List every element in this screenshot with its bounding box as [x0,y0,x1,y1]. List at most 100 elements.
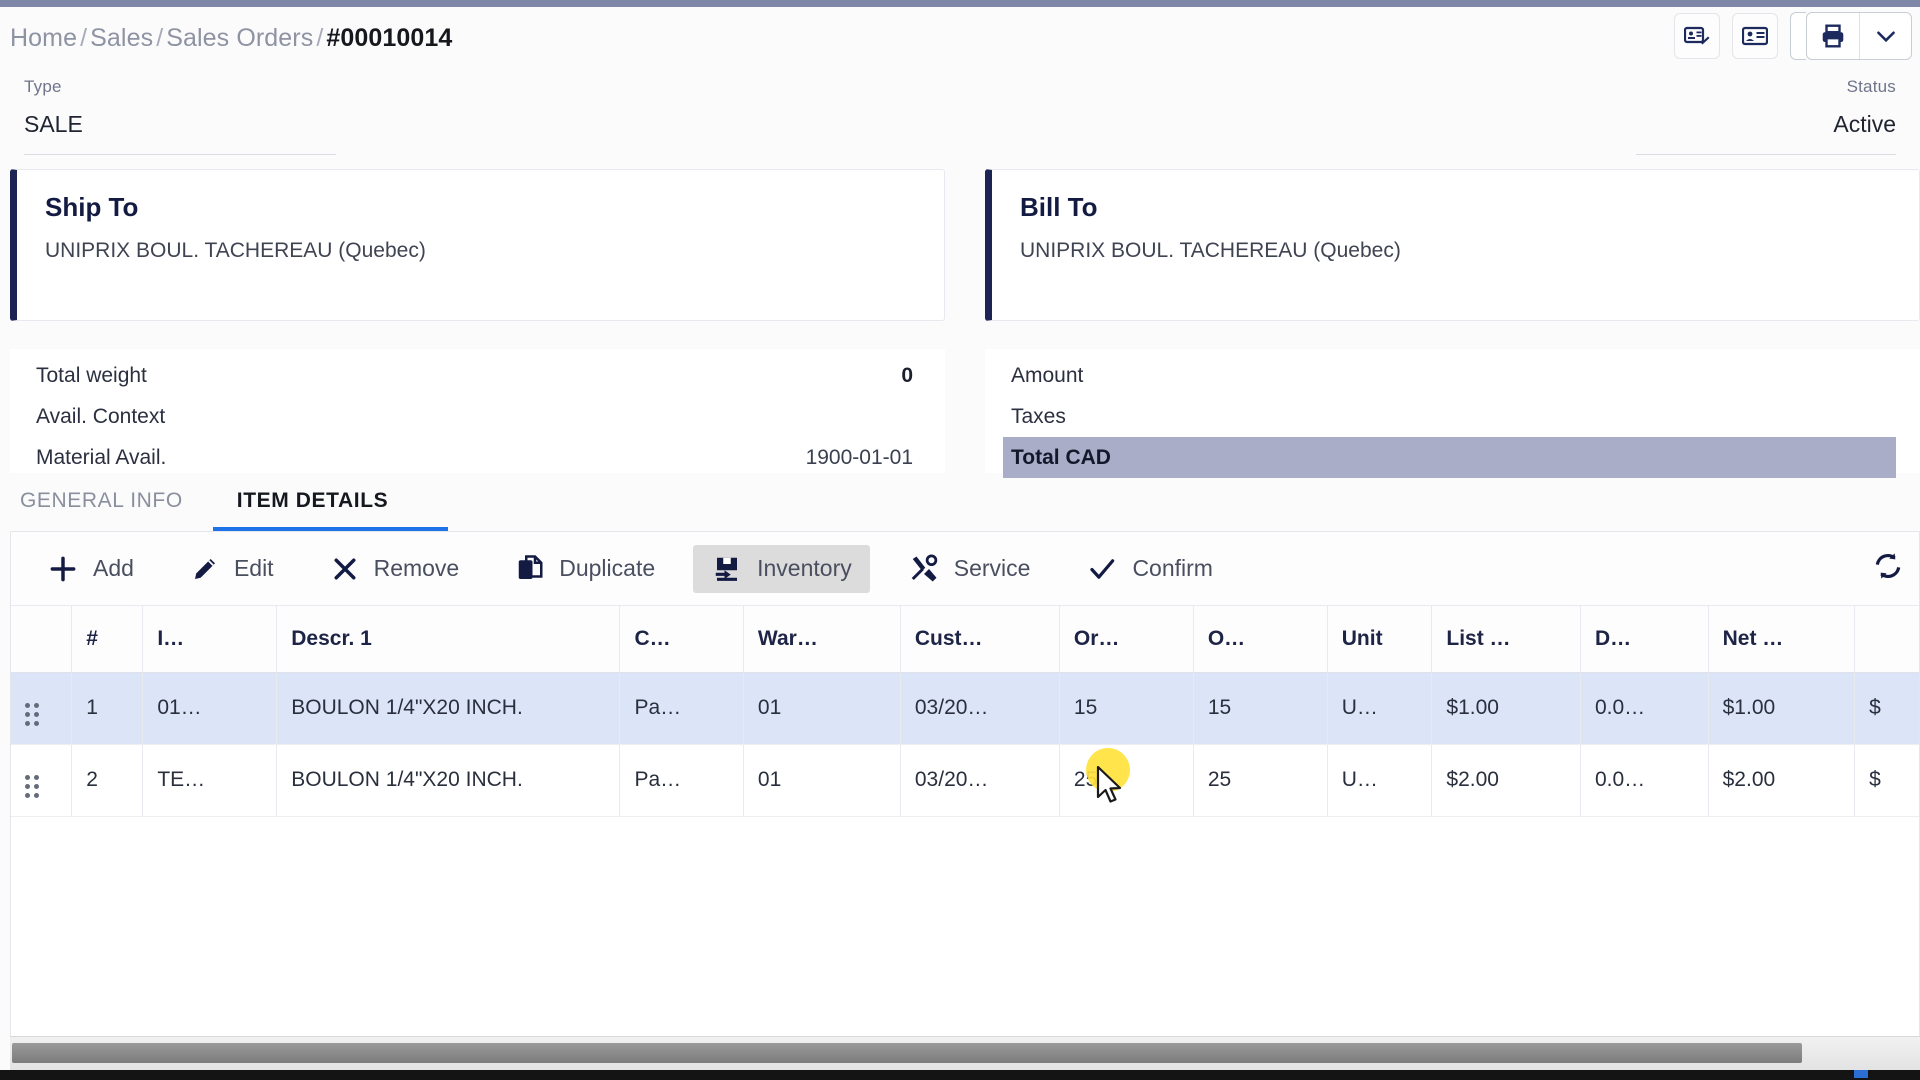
tab-general-info[interactable]: GENERAL INFO [10,489,213,531]
type-label: Type [24,77,62,96]
summary-value: 1900-01-01 [805,445,913,469]
summary-label: Amount [1011,363,1084,387]
scrollbar-thumb[interactable] [12,1043,1802,1063]
inventory-button[interactable]: Inventory [693,544,870,593]
cell-descr: BOULON 1/4"X20 INCH. [276,744,621,817]
edit-button[interactable]: Edit [172,545,292,593]
col-list-price[interactable]: List … [1431,606,1581,673]
col-drag-handle [11,606,73,673]
col-net-price[interactable]: Net … [1708,606,1856,673]
col-descr-1[interactable]: Descr. 1 [276,606,621,673]
signature-button[interactable] [1674,13,1720,59]
summary-label: Taxes [1011,404,1066,428]
breadcrumb-separator: / [156,23,164,52]
remove-button-label: Remove [373,555,460,581]
col-warehouse[interactable]: War… [743,606,901,673]
status-field: Status Active [1636,77,1896,155]
drag-handle-icon [25,775,39,798]
print-button[interactable] [1807,13,1859,59]
col-unit[interactable]: Unit [1327,606,1433,673]
cell-number: 2 [71,744,144,817]
cell-ordered[interactable]: 25 [1059,744,1194,817]
add-button-label: Add [93,555,134,581]
cell-customer-date: 03/20… [900,744,1060,817]
cell-list-price: $1.00 [1431,672,1581,745]
grid-toolbar: Add Edit Remove Duplicate Inventory Serv… [11,532,1919,606]
status-label: Status [1846,77,1896,96]
duplicate-button[interactable]: Duplicate [497,545,673,593]
summary-label: Total weight [36,363,147,387]
summary-row: Material Avail. 1900-01-01 [28,437,921,478]
window-bottom-edge [0,1070,1920,1080]
grid-scroll-area[interactable]: # I… Descr. 1 C… War… Cust… Or… O… Unit … [11,606,1919,1036]
row-drag-handle[interactable] [11,744,73,817]
breadcrumb-bar: Home / Sales / Sales Orders / #00010014 [0,7,1920,69]
ship-to-card[interactable]: Ship To UNIPRIX BOUL. TACHEREAU (Quebec) [10,169,945,321]
grid-toolbar-right [1871,532,1905,605]
service-button[interactable]: Service [890,545,1049,593]
confirm-button[interactable]: Confirm [1068,545,1231,593]
ship-to-title: Ship To [45,192,139,222]
table-row[interactable]: 2 TE… BOULON 1/4"X20 INCH. Pa… 01 03/20…… [11,744,1919,817]
summary-row-total: Total CAD [1003,437,1896,478]
summary-label-total: Total CAD [1011,445,1111,469]
col-customer[interactable]: C… [619,606,744,673]
breadcrumb-item-home[interactable]: Home [10,24,77,52]
cell-customer-date: 03/20… [900,672,1060,745]
chevron-down-icon [1876,31,1895,43]
col-discount[interactable]: D… [1580,606,1709,673]
breadcrumb: Home / Sales / Sales Orders / #00010014 [10,24,452,53]
row-drag-handle[interactable] [11,672,73,745]
breadcrumb-separator: / [80,23,88,52]
confirm-button-label: Confirm [1132,555,1213,581]
plus-icon [47,553,79,585]
breadcrumb-item-sales[interactable]: Sales [90,24,153,52]
header-actions [1674,12,1912,60]
summary-row: Total weight 0 [28,355,921,396]
refresh-button[interactable] [1871,550,1905,587]
edit-button-label: Edit [233,555,274,581]
pencil-icon [190,554,220,584]
col-open[interactable]: O… [1193,606,1328,673]
col-item[interactable]: I… [142,606,278,673]
table-row[interactable]: 1 01… BOULON 1/4"X20 INCH. Pa… 01 03/20…… [11,672,1919,745]
copy-icon [515,554,545,584]
type-value: SALE [24,111,336,155]
col-customer-date[interactable]: Cust… [900,606,1060,673]
cell-net-price: $1.00 [1708,672,1856,745]
cell-item: 01… [142,672,278,745]
tab-item-details[interactable]: ITEM DETAILS [212,489,449,531]
print-dropdown-button[interactable] [1859,13,1911,59]
summary-label: Material Avail. [36,445,167,469]
cell-customer: Pa… [619,672,744,745]
cell-ordered[interactable]: 15 [1059,672,1194,745]
cell-open: 15 [1193,672,1328,745]
col-number[interactable]: # [71,606,144,673]
horizontal-scrollbar[interactable] [10,1036,1920,1070]
summary-panels: Total weight 0 Avail. Context Material A… [0,321,1920,478]
cell-discount: 0.0… [1580,672,1709,745]
cell-unit: U… [1327,672,1433,745]
cell-unit: U… [1327,744,1433,817]
contact-card-button[interactable] [1732,13,1778,59]
cell-discount: 0.0… [1580,744,1709,817]
drag-handle-icon [25,703,39,726]
add-button[interactable]: Add [29,544,152,594]
cell-warehouse: 01 [743,672,901,745]
breadcrumb-item-sales-orders[interactable]: Sales Orders [166,24,313,52]
cell-amount: $ [1854,672,1919,745]
cell-warehouse: 01 [743,744,901,817]
col-ordered[interactable]: Or… [1059,606,1194,673]
ship-to-address: UNIPRIX BOUL. TACHEREAU (Quebec) [45,239,426,262]
left-summary-panel: Total weight 0 Avail. Context Material A… [10,349,945,473]
sales-order-page: Home/Sales/Sales Orders/#00010014 [0,0,1920,1080]
summary-row: Amount [1003,355,1896,396]
bill-to-card[interactable]: Bill To UNIPRIX BOUL. TACHEREAU (Quebec) [985,169,1920,321]
x-icon [330,554,360,584]
top-accent-strip [0,0,1920,7]
remove-button[interactable]: Remove [312,545,478,593]
inventory-button-label: Inventory [757,555,852,581]
cell-open: 25 [1193,744,1328,817]
col-amount[interactable] [1854,606,1919,673]
type-field[interactable]: Type SALE [24,77,336,155]
